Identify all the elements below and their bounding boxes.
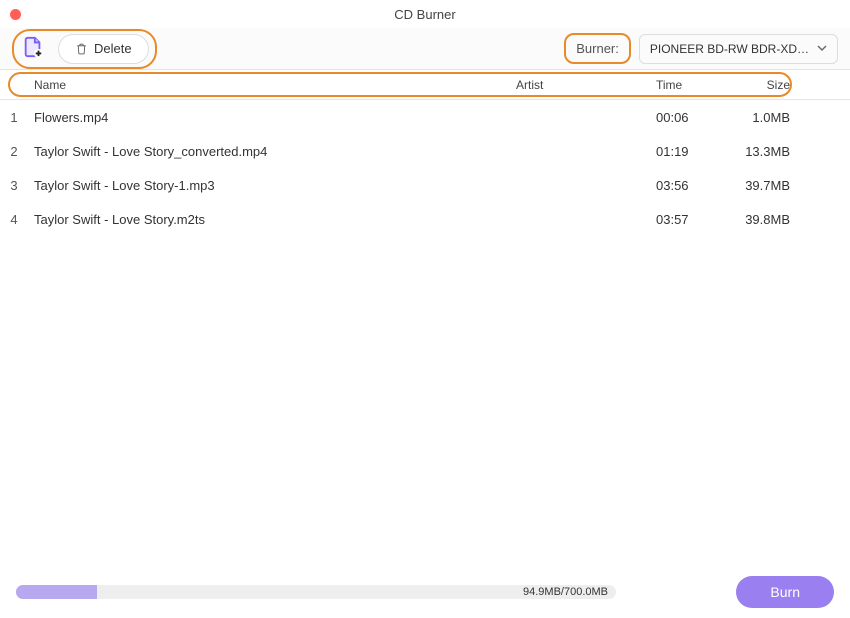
window-controls — [10, 9, 21, 20]
table-row[interactable]: 4 Taylor Swift - Love Story.m2ts 03:57 3… — [0, 202, 850, 236]
burner-select[interactable]: PIONEER BD-RW BDR-XD… — [639, 34, 838, 64]
capacity-progress: 94.9MB/700.0MB — [16, 585, 616, 599]
burn-label: Burn — [770, 584, 800, 600]
row-index: 3 — [0, 178, 28, 193]
table-row[interactable]: 2 Taylor Swift - Love Story_converted.mp… — [0, 134, 850, 168]
titlebar: CD Burner — [0, 0, 850, 28]
row-size: 1.0MB — [726, 110, 796, 125]
table-body: 1 Flowers.mp4 00:06 1.0MB 2 Taylor Swift… — [0, 100, 850, 236]
row-name: Taylor Swift - Love Story.m2ts — [28, 212, 516, 227]
row-size: 39.8MB — [726, 212, 796, 227]
column-name[interactable]: Name — [28, 78, 516, 92]
close-window-button[interactable] — [10, 9, 21, 20]
table-row[interactable]: 1 Flowers.mp4 00:06 1.0MB — [0, 100, 850, 134]
row-name: Taylor Swift - Love Story-1.mp3 — [28, 178, 516, 193]
column-time[interactable]: Time — [656, 78, 726, 92]
window-title: CD Burner — [394, 7, 455, 22]
toolbar-left-highlight: Delete — [12, 29, 157, 69]
row-index: 4 — [0, 212, 28, 227]
chevron-down-icon — [817, 42, 827, 56]
burner-label: Burner: — [564, 33, 631, 64]
table-row[interactable]: 3 Taylor Swift - Love Story-1.mp3 03:56 … — [0, 168, 850, 202]
row-size: 39.7MB — [726, 178, 796, 193]
row-index: 2 — [0, 144, 28, 159]
row-time: 01:19 — [656, 144, 726, 159]
trash-icon — [75, 42, 88, 56]
row-size: 13.3MB — [726, 144, 796, 159]
burner-selected-value: PIONEER BD-RW BDR-XD… — [650, 42, 809, 56]
column-artist[interactable]: Artist — [516, 78, 656, 92]
delete-label: Delete — [94, 41, 132, 56]
row-time: 03:57 — [656, 212, 726, 227]
row-index: 1 — [0, 110, 28, 125]
capacity-text: 94.9MB/700.0MB — [523, 586, 608, 598]
table-header: Name Artist Time Size — [0, 70, 850, 100]
row-time: 00:06 — [656, 110, 726, 125]
row-time: 03:56 — [656, 178, 726, 193]
capacity-progress-fill — [16, 585, 97, 599]
toolbar: Delete Burner: PIONEER BD-RW BDR-XD… — [0, 28, 850, 70]
column-size[interactable]: Size — [726, 78, 796, 92]
add-file-button[interactable] — [20, 36, 46, 62]
row-name: Flowers.mp4 — [28, 110, 516, 125]
add-file-icon — [22, 36, 44, 61]
row-name: Taylor Swift - Love Story_converted.mp4 — [28, 144, 516, 159]
footer: 94.9MB/700.0MB Burn — [0, 566, 850, 618]
burn-button[interactable]: Burn — [736, 576, 834, 608]
delete-button[interactable]: Delete — [58, 34, 149, 64]
